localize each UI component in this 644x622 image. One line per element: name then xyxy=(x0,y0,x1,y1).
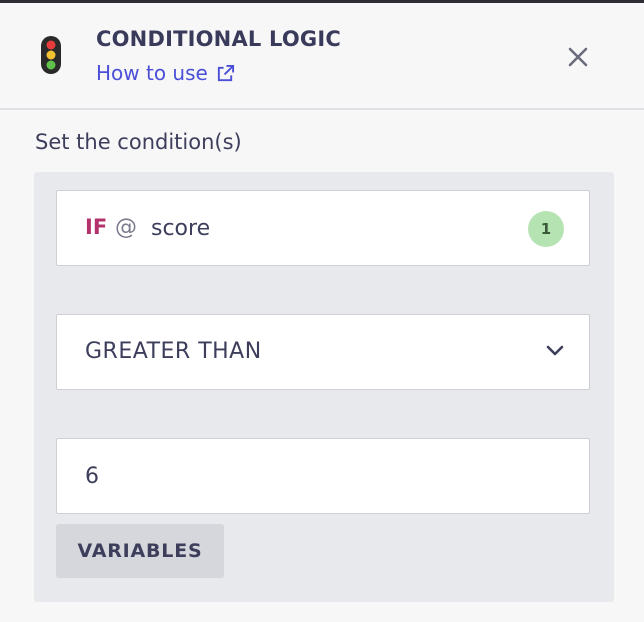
if-keyword: IF xyxy=(85,215,108,239)
count-badge: 1 xyxy=(528,211,564,247)
how-to-use-link[interactable]: How to use xyxy=(96,61,235,85)
header: CONDITIONAL LOGIC How to use xyxy=(0,3,644,110)
value-input[interactable] xyxy=(57,439,589,513)
variables-button[interactable]: VARIABLES xyxy=(56,524,224,578)
traffic-light-icon xyxy=(41,36,61,74)
condition-panel: IF @ score 1 GREATER THAN VARIABLES xyxy=(34,172,614,602)
if-variable-field[interactable]: IF @ score 1 xyxy=(56,190,590,266)
chevron-down-icon xyxy=(546,345,564,356)
external-link-icon xyxy=(217,64,234,81)
operator-select[interactable]: GREATER THAN xyxy=(56,314,590,390)
panel-title: CONDITIONAL LOGIC xyxy=(96,27,341,51)
operator-value: GREATER THAN xyxy=(85,339,262,364)
how-to-use-label: How to use xyxy=(96,61,208,85)
section-label: Set the condition(s) xyxy=(35,130,242,154)
variable-name: score xyxy=(151,216,211,241)
close-icon[interactable] xyxy=(566,45,590,69)
value-field[interactable] xyxy=(56,438,590,514)
at-icon: @ xyxy=(115,215,137,240)
